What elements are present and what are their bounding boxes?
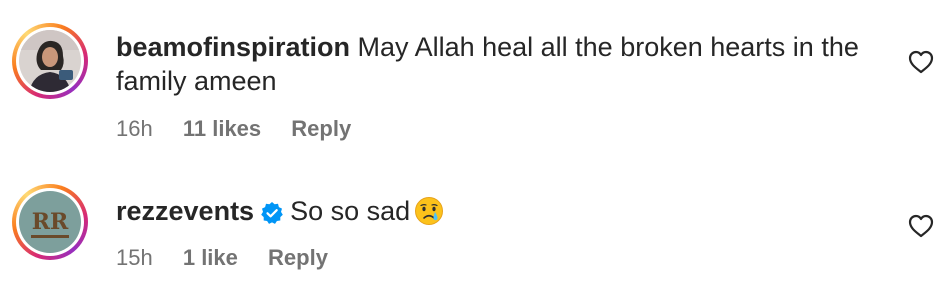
comment-timestamp[interactable]: 15h [116,245,153,271]
comment-item: beamofinspiration May Allah heal all the… [0,0,943,160]
comment-item: RR rezzevents So so sad 15h 1 like Reply [0,160,943,283]
comment-likes-count[interactable]: 1 like [183,245,238,271]
avatar-photo [19,30,81,92]
comment-text-line: rezzevents So so sad [116,194,444,234]
comment-username[interactable]: beamofinspiration [116,32,350,62]
comment-meta: 15h 1 like Reply [116,245,328,271]
comment-timestamp[interactable]: 16h [116,116,153,142]
comment-meta: 16h 11 likes Reply [116,116,351,142]
heart-icon[interactable] [908,50,934,74]
avatar[interactable] [12,23,88,99]
comment-username[interactable]: rezzevents [116,196,254,226]
reply-button[interactable]: Reply [268,245,328,271]
comment-body-continued: family ameen [116,66,277,96]
heart-icon[interactable] [908,214,934,238]
comment-body: May Allah heal all the broken hearts in … [357,32,859,62]
reply-button[interactable]: Reply [291,116,351,142]
svg-text:RR: RR [32,209,69,235]
verified-badge-icon [260,199,284,233]
avatar-logo: RR [19,191,81,253]
comment-text-line: family ameen [116,64,277,98]
avatar[interactable]: RR [12,184,88,260]
comment-text-line: beamofinspiration May Allah heal all the… [116,30,859,64]
comment-likes-count[interactable]: 11 likes [183,116,261,142]
comment-body: So so sad [290,196,411,226]
crying-face-emoji [414,196,444,234]
